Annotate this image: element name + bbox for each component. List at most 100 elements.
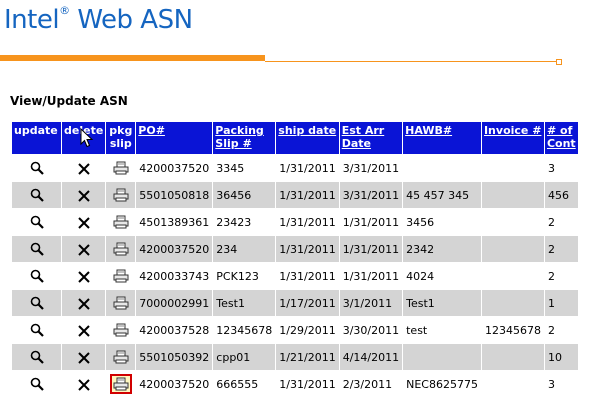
app-title-suffix: Web ASN (69, 5, 193, 35)
header-accent-bar (0, 55, 265, 61)
printer-icon[interactable] (113, 161, 129, 175)
col-header-containers[interactable]: # of Cont (544, 122, 578, 154)
printer-icon[interactable] (113, 323, 129, 337)
x-icon[interactable] (77, 297, 90, 310)
delete-cell (62, 371, 106, 397)
printer-icon[interactable] (113, 296, 129, 310)
packing-slip-cell: 666555 (213, 371, 276, 397)
update-cell (12, 344, 61, 370)
containers-cell: 3 (544, 371, 578, 397)
asn-table: update delete pkg slip PO# Packing Slip … (11, 121, 579, 398)
invoice-cell (481, 155, 544, 181)
header-divider-line (265, 61, 557, 62)
magnifier-icon[interactable] (30, 242, 44, 256)
invoice-cell (481, 182, 544, 208)
printer-icon[interactable] (113, 242, 129, 256)
packing-slip-cell: Test1 (213, 290, 276, 316)
pkg-slip-cell (106, 344, 136, 370)
est-arr-date-cell: 2/3/2011 (339, 371, 403, 397)
est-arr-date-cell: 1/31/2011 (339, 236, 403, 262)
update-cell (12, 236, 61, 262)
magnifier-icon[interactable] (30, 161, 44, 175)
est-arr-date-cell: 1/31/2011 (339, 263, 403, 289)
magnifier-icon[interactable] (30, 377, 44, 391)
update-cell (12, 317, 61, 343)
est-arr-date-cell: 4/14/2011 (339, 344, 403, 370)
table-row: 5501050392 cpp01 1/21/2011 4/14/2011 10 (12, 344, 578, 370)
table-row: 4200037520 666555 1/31/2011 2/3/2011 NEC8625… (12, 371, 578, 397)
table-row: 4200037520 234 1/31/2011 1/31/2011 2342 2 (12, 236, 578, 262)
po-cell: 4200037528 (136, 317, 213, 343)
magnifier-icon[interactable] (30, 296, 44, 310)
x-icon[interactable] (77, 243, 90, 256)
ship-date-cell: 1/31/2011 (276, 182, 339, 208)
col-header-est-arr-date[interactable]: Est Arr Date (339, 122, 403, 154)
table-row: 4200033743 PCK123 1/31/2011 1/31/2011 4024 2 (12, 263, 578, 289)
magnifier-icon[interactable] (30, 215, 44, 229)
ship-date-cell: 1/31/2011 (276, 209, 339, 235)
update-cell (12, 263, 61, 289)
pkg-slip-cell (106, 263, 136, 289)
x-icon[interactable] (77, 351, 90, 364)
packing-slip-cell: 3345 (213, 155, 276, 181)
mouse-cursor-icon (80, 128, 94, 148)
printer-icon[interactable] (113, 350, 129, 364)
containers-cell: 3 (544, 155, 578, 181)
est-arr-date-cell: 1/31/2011 (339, 209, 403, 235)
printer-icon[interactable] (113, 188, 129, 202)
po-cell: 5501050392 (136, 344, 213, 370)
delete-cell (62, 182, 106, 208)
delete-cell (62, 209, 106, 235)
magnifier-icon[interactable] (30, 323, 44, 337)
col-header-packing-slip[interactable]: Packing Slip # (213, 122, 276, 154)
containers-cell: 2 (544, 317, 578, 343)
col-header-ship-date[interactable]: ship date (276, 122, 339, 154)
packing-slip-cell: 12345678 (213, 317, 276, 343)
invoice-cell (481, 236, 544, 262)
pkg-slip-cell (106, 371, 136, 397)
printer-icon[interactable] (113, 215, 129, 229)
ship-date-cell: 1/17/2011 (276, 290, 339, 316)
packing-slip-cell: PCK123 (213, 263, 276, 289)
hawb-cell: test (403, 317, 481, 343)
delete-cell (62, 317, 106, 343)
est-arr-date-cell: 3/30/2011 (339, 317, 403, 343)
x-icon[interactable] (77, 324, 90, 337)
table-row: 4501389361 23423 1/31/2011 1/31/2011 3456 2 (12, 209, 578, 235)
printer-icon[interactable] (113, 269, 129, 283)
ship-date-cell: 1/29/2011 (276, 317, 339, 343)
col-header-hawb[interactable]: HAWB# (403, 122, 481, 154)
update-cell (12, 182, 61, 208)
pkg-slip-cell (106, 317, 136, 343)
x-icon[interactable] (77, 378, 90, 391)
hawb-cell: 45 457 345 (403, 182, 481, 208)
printer-icon[interactable] (109, 374, 132, 394)
po-cell: 5501050818 (136, 182, 213, 208)
containers-cell: 1 (544, 290, 578, 316)
po-cell: 4200037520 (136, 236, 213, 262)
est-arr-date-cell: 3/1/2011 (339, 290, 403, 316)
x-icon[interactable] (77, 216, 90, 229)
col-header-po[interactable]: PO# (136, 122, 213, 154)
containers-cell: 2 (544, 209, 578, 235)
x-icon[interactable] (77, 189, 90, 202)
ship-date-cell: 1/31/2011 (276, 371, 339, 397)
x-icon[interactable] (77, 162, 90, 175)
ship-date-cell: 1/31/2011 (276, 236, 339, 262)
magnifier-icon[interactable] (30, 188, 44, 202)
col-header-invoice[interactable]: Invoice # (481, 122, 544, 154)
header-divider-end-marker (556, 59, 562, 65)
packing-slip-cell: 23423 (213, 209, 276, 235)
packing-slip-cell: 234 (213, 236, 276, 262)
est-arr-date-cell: 3/31/2011 (339, 155, 403, 181)
po-cell: 4200033743 (136, 263, 213, 289)
hawb-cell: 4024 (403, 263, 481, 289)
magnifier-icon[interactable] (30, 350, 44, 364)
magnifier-icon[interactable] (30, 269, 44, 283)
invoice-cell (481, 290, 544, 316)
update-cell (12, 209, 61, 235)
ship-date-cell: 1/21/2011 (276, 344, 339, 370)
packing-slip-cell: cpp01 (213, 344, 276, 370)
delete-cell (62, 263, 106, 289)
x-icon[interactable] (77, 270, 90, 283)
